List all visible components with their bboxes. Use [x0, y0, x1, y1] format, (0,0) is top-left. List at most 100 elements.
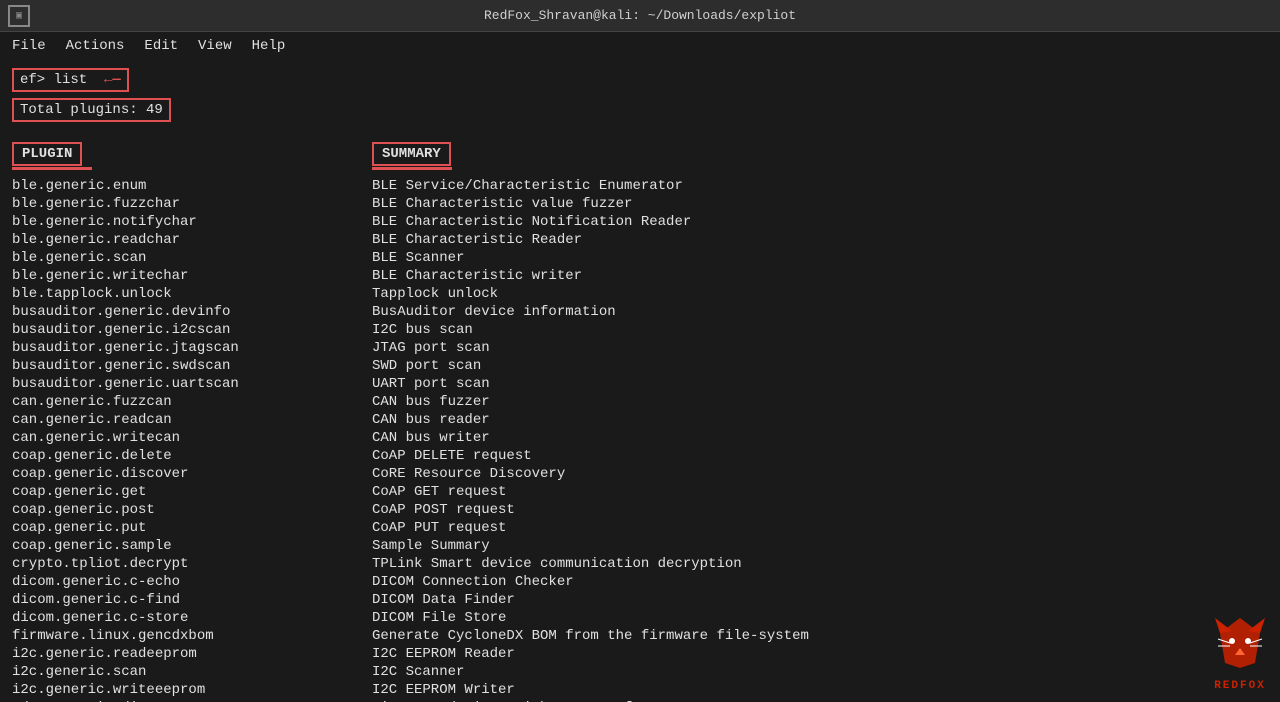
plugin-name: ble.generic.scan	[12, 250, 372, 266]
command-line: ef> list ←—	[12, 68, 129, 92]
plugin-row: firmware.linux.gencdxbomGenerate Cyclone…	[12, 628, 1268, 644]
plugin-row: coap.generic.getCoAP GET request	[12, 484, 1268, 500]
plugin-row: ble.generic.writecharBLE Characteristic …	[12, 268, 1268, 284]
plugin-row: coap.generic.discoverCoRE Resource Disco…	[12, 466, 1268, 482]
plugin-row: coap.generic.postCoAP POST request	[12, 502, 1268, 518]
title-bar-left: ▣	[8, 5, 30, 27]
plugin-name: coap.generic.post	[12, 502, 372, 518]
plugin-row: can.generic.writecanCAN bus writer	[12, 430, 1268, 446]
plugin-name: i2c.generic.scan	[12, 664, 372, 680]
plugin-summary: BLE Characteristic Notification Reader	[372, 214, 691, 230]
plugin-summary: Sample Summary	[372, 538, 490, 554]
plugin-summary: CAN bus reader	[372, 412, 490, 428]
plugin-summary: I2C EEPROM Reader	[372, 646, 515, 662]
plugin-summary: BLE Characteristic value fuzzer	[372, 196, 632, 212]
menu-file[interactable]: File	[4, 36, 54, 56]
plugin-row: i2c.generic.scanI2C Scanner	[12, 664, 1268, 680]
plugin-row: can.generic.readcanCAN bus reader	[12, 412, 1268, 428]
title-bar: ▣ RedFox_Shravan@kali: ~/Downloads/expli…	[0, 0, 1280, 32]
plugin-summary: UART port scan	[372, 376, 490, 392]
plugin-summary: CoAP PUT request	[372, 520, 506, 536]
plugin-name: ble.tapplock.unlock	[12, 286, 372, 302]
redfox-text: REDFOX	[1210, 680, 1270, 692]
plugin-row: ble.generic.notifycharBLE Characteristic…	[12, 214, 1268, 230]
plugin-name: busauditor.generic.i2cscan	[12, 322, 372, 338]
plugin-name: ble.generic.writechar	[12, 268, 372, 284]
plugin-name: busauditor.generic.jtagscan	[12, 340, 372, 356]
plugin-summary: I2C Scanner	[372, 664, 464, 680]
plugin-summary: I2C EEPROM Writer	[372, 682, 515, 698]
plugin-name: dicom.generic.c-find	[12, 592, 372, 608]
terminal-body: ef> list ←— Total plugins: 49 PLUGIN SUM…	[0, 60, 1280, 702]
plugin-row: coap.generic.sampleSample Summary	[12, 538, 1268, 554]
plugin-summary: CoAP DELETE request	[372, 448, 532, 464]
redfox-icon	[1210, 613, 1270, 673]
plugin-name: coap.generic.get	[12, 484, 372, 500]
plugin-name: coap.generic.put	[12, 520, 372, 536]
plugin-summary: Generate CycloneDX BOM from the firmware…	[372, 628, 809, 644]
menu-bar: File Actions Edit View Help	[0, 32, 1280, 60]
plugin-name: coap.generic.sample	[12, 538, 372, 554]
plugin-row: dicom.generic.c-storeDICOM File Store	[12, 610, 1268, 626]
redfox-logo: REDFOX	[1210, 613, 1270, 692]
plugin-name: busauditor.generic.uartscan	[12, 376, 372, 392]
plugin-name: firmware.linux.gencdxbom	[12, 628, 372, 644]
plugin-row: busauditor.generic.i2cscanI2C bus scan	[12, 322, 1268, 338]
plugin-summary: CoRE Resource Discovery	[372, 466, 565, 482]
plugin-summary: DICOM Data Finder	[372, 592, 515, 608]
header-plugin: PLUGIN	[12, 142, 82, 166]
headers-row: PLUGIN SUMMARY	[12, 142, 1268, 170]
plugin-name: crypto.tpliot.decrypt	[12, 556, 372, 572]
title-bar-title: RedFox_Shravan@kali: ~/Downloads/expliot	[484, 8, 796, 23]
plugin-name: can.generic.fuzzcan	[12, 394, 372, 410]
plugin-summary: BusAuditor device information	[372, 304, 616, 320]
plugin-summary: CoAP POST request	[372, 502, 515, 518]
plugin-summary: DICOM Connection Checker	[372, 574, 574, 590]
plugin-summary: CoAP GET request	[372, 484, 506, 500]
plugin-row: busauditor.generic.devinfoBusAuditor dev…	[12, 304, 1268, 320]
plugin-summary: JTAG port scan	[372, 340, 490, 356]
plugin-summary: I2C bus scan	[372, 322, 473, 338]
plugin-name: ble.generic.readchar	[12, 232, 372, 248]
plugin-summary: SWD port scan	[372, 358, 481, 374]
plugin-row: busauditor.generic.swdscanSWD port scan	[12, 358, 1268, 374]
menu-help[interactable]: Help	[244, 36, 294, 56]
menu-view[interactable]: View	[190, 36, 240, 56]
plugin-summary: BLE Service/Characteristic Enumerator	[372, 178, 683, 194]
menu-actions[interactable]: Actions	[58, 36, 133, 56]
window-icon: ▣	[8, 5, 30, 27]
plugin-name: coap.generic.discover	[12, 466, 372, 482]
plugins-list: ble.generic.enumBLE Service/Characterist…	[12, 178, 1268, 702]
plugin-summary: BLE Characteristic writer	[372, 268, 582, 284]
plugin-row: busauditor.generic.jtagscanJTAG port sca…	[12, 340, 1268, 356]
plugin-name: can.generic.readcan	[12, 412, 372, 428]
plugin-name: busauditor.generic.devinfo	[12, 304, 372, 320]
plugin-row: dicom.generic.c-echoDICOM Connection Che…	[12, 574, 1268, 590]
plugin-row: coap.generic.deleteCoAP DELETE request	[12, 448, 1268, 464]
plugin-row: busauditor.generic.uartscanUART port sca…	[12, 376, 1268, 392]
plugin-name: ble.generic.enum	[12, 178, 372, 194]
plugin-row: dicom.generic.c-findDICOM Data Finder	[12, 592, 1268, 608]
plugin-row: ble.generic.enumBLE Service/Characterist…	[12, 178, 1268, 194]
plugin-name: dicom.generic.c-store	[12, 610, 372, 626]
plugin-row: ble.tapplock.unlockTapplock unlock	[12, 286, 1268, 302]
plugin-row: crypto.tpliot.decryptTPLink Smart device…	[12, 556, 1268, 572]
plugin-row: ble.generic.scanBLE Scanner	[12, 250, 1268, 266]
plugin-name: i2c.generic.readeeprom	[12, 646, 372, 662]
plugin-summary: CAN bus writer	[372, 430, 490, 446]
plugin-summary: DICOM File Store	[372, 610, 506, 626]
plugin-row: i2c.generic.readeepromI2C EEPROM Reader	[12, 646, 1268, 662]
menu-edit[interactable]: Edit	[136, 36, 186, 56]
plugin-name: can.generic.writecan	[12, 430, 372, 446]
plugin-name: ble.generic.notifychar	[12, 214, 372, 230]
plugin-row: i2c.generic.writeeepromI2C EEPROM Writer	[12, 682, 1268, 698]
total-plugins: Total plugins: 49	[12, 98, 171, 122]
plugin-summary: CAN bus fuzzer	[372, 394, 490, 410]
plugin-name: i2c.generic.writeeeprom	[12, 682, 372, 698]
plugin-name: ble.generic.fuzzchar	[12, 196, 372, 212]
plugin-summary: BLE Scanner	[372, 250, 464, 266]
plugin-summary: Tapplock unlock	[372, 286, 498, 302]
plugin-row: ble.generic.readcharBLE Characteristic R…	[12, 232, 1268, 248]
plugin-row: ble.generic.fuzzcharBLE Characteristic v…	[12, 196, 1268, 212]
plugin-name: busauditor.generic.swdscan	[12, 358, 372, 374]
